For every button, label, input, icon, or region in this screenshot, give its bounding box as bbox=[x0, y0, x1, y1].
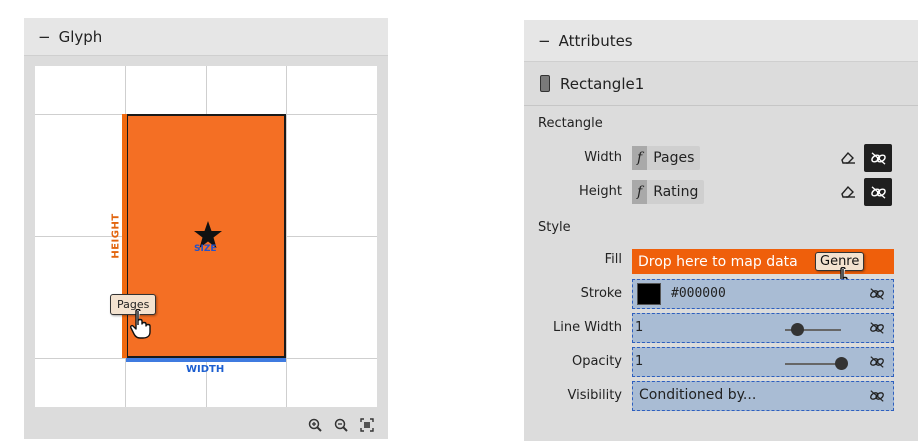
rectangle-shape-icon bbox=[540, 75, 550, 92]
function-icon[interactable]: f bbox=[632, 146, 648, 170]
attr-row-height: Height f Rating bbox=[524, 177, 918, 207]
width-binding[interactable]: f Pages bbox=[632, 146, 701, 170]
visibility-value: Conditioned by... bbox=[639, 387, 757, 403]
opacity-slider-track[interactable] bbox=[785, 363, 841, 365]
hand-cursor-icon bbox=[130, 309, 151, 339]
attr-row-stroke: Stroke #000000 bbox=[524, 279, 918, 309]
visibility-field[interactable]: Conditioned by... bbox=[632, 381, 894, 411]
collapse-icon[interactable]: − bbox=[38, 28, 51, 46]
color-swatch[interactable] bbox=[637, 283, 661, 305]
eraser-icon[interactable] bbox=[840, 183, 856, 199]
attr-row-line-width: Line Width 1 bbox=[524, 313, 918, 343]
unlink-icon[interactable] bbox=[869, 287, 885, 301]
stroke-field[interactable]: #000000 bbox=[632, 279, 894, 309]
object-title-row: Rectangle1 bbox=[524, 62, 918, 106]
zoom-fit-icon[interactable] bbox=[360, 417, 374, 432]
attr-row-visibility: Visibility Conditioned by... bbox=[524, 381, 918, 411]
stroke-value: #000000 bbox=[671, 286, 726, 301]
section-style: Style bbox=[538, 220, 571, 235]
height-label: HEIGHT bbox=[110, 213, 122, 259]
size-label: SIZE bbox=[194, 244, 217, 254]
attr-label: Width bbox=[584, 150, 622, 165]
collapse-icon[interactable]: − bbox=[538, 32, 551, 50]
width-handle[interactable] bbox=[126, 358, 286, 362]
eraser-icon[interactable] bbox=[840, 149, 856, 165]
attr-label: Stroke bbox=[580, 286, 622, 301]
section-rectangle: Rectangle bbox=[538, 116, 603, 131]
attr-label: Height bbox=[579, 184, 622, 199]
width-label: WIDTH bbox=[186, 364, 225, 375]
attr-label: Visibility bbox=[567, 388, 622, 403]
unlink-button[interactable] bbox=[864, 144, 892, 172]
binding-value: Pages bbox=[653, 150, 695, 166]
glyph-panel: − Glyph HEIGHT WIDTH SIZE Pages bbox=[24, 18, 388, 439]
zoom-in-icon[interactable] bbox=[308, 417, 322, 432]
unlink-icon[interactable] bbox=[869, 355, 885, 369]
zoom-toolbar bbox=[308, 417, 374, 432]
attr-label: Opacity bbox=[571, 354, 622, 369]
binding-value: Rating bbox=[653, 184, 699, 200]
height-handle[interactable] bbox=[122, 114, 127, 358]
attr-label: Fill bbox=[604, 252, 622, 267]
attr-row-fill: Fill Drop here to map data Genre bbox=[524, 245, 918, 297]
function-icon[interactable]: f bbox=[632, 180, 648, 204]
attributes-panel-header[interactable]: − Attributes bbox=[524, 20, 918, 62]
unlink-button[interactable] bbox=[864, 178, 892, 206]
line-width-value: 1 bbox=[635, 320, 644, 335]
glyph-panel-title: Glyph bbox=[58, 27, 103, 46]
zoom-out-icon[interactable] bbox=[334, 417, 348, 432]
unlink-icon[interactable] bbox=[869, 321, 885, 335]
attr-row-width: Width f Pages bbox=[524, 143, 918, 173]
height-binding[interactable]: f Rating bbox=[632, 180, 705, 204]
line-width-slider-knob[interactable] bbox=[791, 323, 805, 336]
attributes-panel: − Attributes Rectangle1 Rectangle Width … bbox=[524, 20, 918, 441]
line-width-field[interactable]: 1 bbox=[632, 313, 894, 343]
opacity-slider-knob[interactable] bbox=[835, 357, 848, 370]
attr-label: Line Width bbox=[553, 320, 622, 335]
glyph-panel-header[interactable]: − Glyph bbox=[24, 18, 388, 56]
glyph-canvas[interactable]: HEIGHT WIDTH SIZE Pages bbox=[35, 66, 377, 407]
opacity-value: 1 bbox=[635, 354, 644, 369]
drop-zone-placeholder: Drop here to map data bbox=[638, 253, 798, 270]
object-name: Rectangle1 bbox=[560, 74, 645, 93]
opacity-field[interactable]: 1 bbox=[632, 347, 894, 377]
attributes-panel-title: Attributes bbox=[558, 31, 633, 50]
unlink-icon[interactable] bbox=[869, 389, 885, 403]
attr-row-opacity: Opacity 1 bbox=[524, 347, 918, 377]
